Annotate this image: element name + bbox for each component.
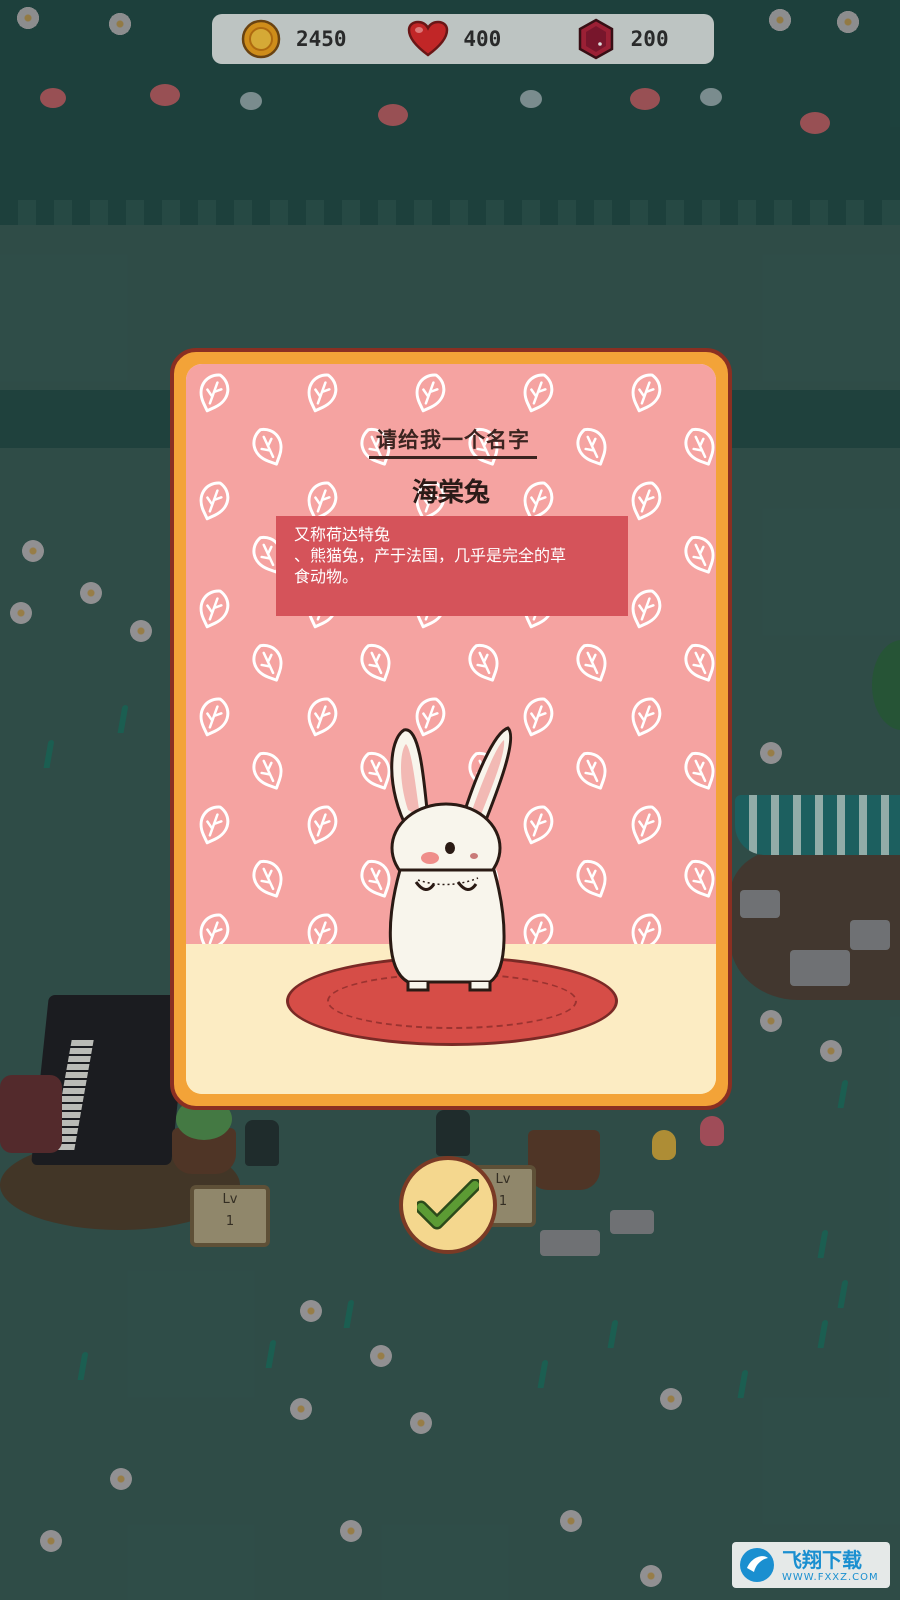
leaf-pattern-icon (404, 364, 457, 419)
leaf-pattern-icon (673, 742, 716, 799)
leaf-pattern-icon (188, 688, 241, 743)
watermark: 飞翔下载 WWW.FXXZ.COM (732, 1542, 890, 1588)
leaf-pattern-icon (565, 634, 620, 691)
leaf-pattern-icon (241, 634, 296, 691)
description-line: 、熊猫兔，产于法国，几乎是完全的草 (294, 546, 567, 565)
leaf-pattern-icon (457, 634, 512, 691)
leaf-pattern-icon (296, 364, 349, 419)
leaf-pattern-icon (241, 742, 296, 799)
leaf-pattern-icon (241, 418, 296, 475)
watermark-url: WWW.FXXZ.COM (782, 1571, 879, 1583)
leaf-pattern-icon (565, 418, 620, 475)
leaf-pattern-icon (673, 634, 716, 691)
leaf-pattern-icon (241, 850, 296, 907)
leaf-pattern-icon (673, 850, 716, 907)
white-rabbit (388, 726, 513, 992)
leaf-pattern-icon (188, 364, 241, 419)
leaf-pattern-icon (188, 580, 241, 635)
fxxz-logo-icon (740, 1548, 774, 1582)
leaf-pattern-icon (565, 850, 620, 907)
description-line: 又称荷达特兔 (294, 525, 391, 544)
leaf-pattern-icon (673, 418, 716, 475)
leaf-pattern-icon (512, 364, 565, 419)
leaf-pattern-icon (620, 364, 673, 419)
pet-description: 又称荷达特兔 、熊猫兔，产于法国，几乎是完全的草 食动物。 (276, 516, 628, 616)
leaf-pattern-icon (565, 742, 620, 799)
pet-naming-card: 请给我一个名字 海棠兔 又称荷达特兔 、熊猫兔，产于法国，几乎是完全的草 食动物… (170, 348, 732, 1110)
leaf-pattern-icon (296, 688, 349, 743)
leaf-pattern-icon (620, 796, 673, 851)
leaf-pattern-icon (188, 796, 241, 851)
description-line: 食动物。 (294, 567, 359, 586)
confirm-button[interactable] (399, 1156, 497, 1254)
leaf-pattern-icon (296, 796, 349, 851)
leaf-pattern-icon (620, 688, 673, 743)
card-panel: 请给我一个名字 海棠兔 又称荷达特兔 、熊猫兔，产于法国，几乎是完全的草 食动物… (186, 364, 716, 1094)
checkmark-icon (417, 1179, 479, 1230)
name-prompt[interactable]: 请给我一个名字 (369, 424, 537, 459)
leaf-pattern-icon (673, 526, 716, 583)
watermark-brand: 飞翔下载 (782, 1547, 862, 1572)
pet-name[interactable]: 海棠兔 (186, 472, 716, 509)
leaf-pattern-icon (349, 634, 404, 691)
